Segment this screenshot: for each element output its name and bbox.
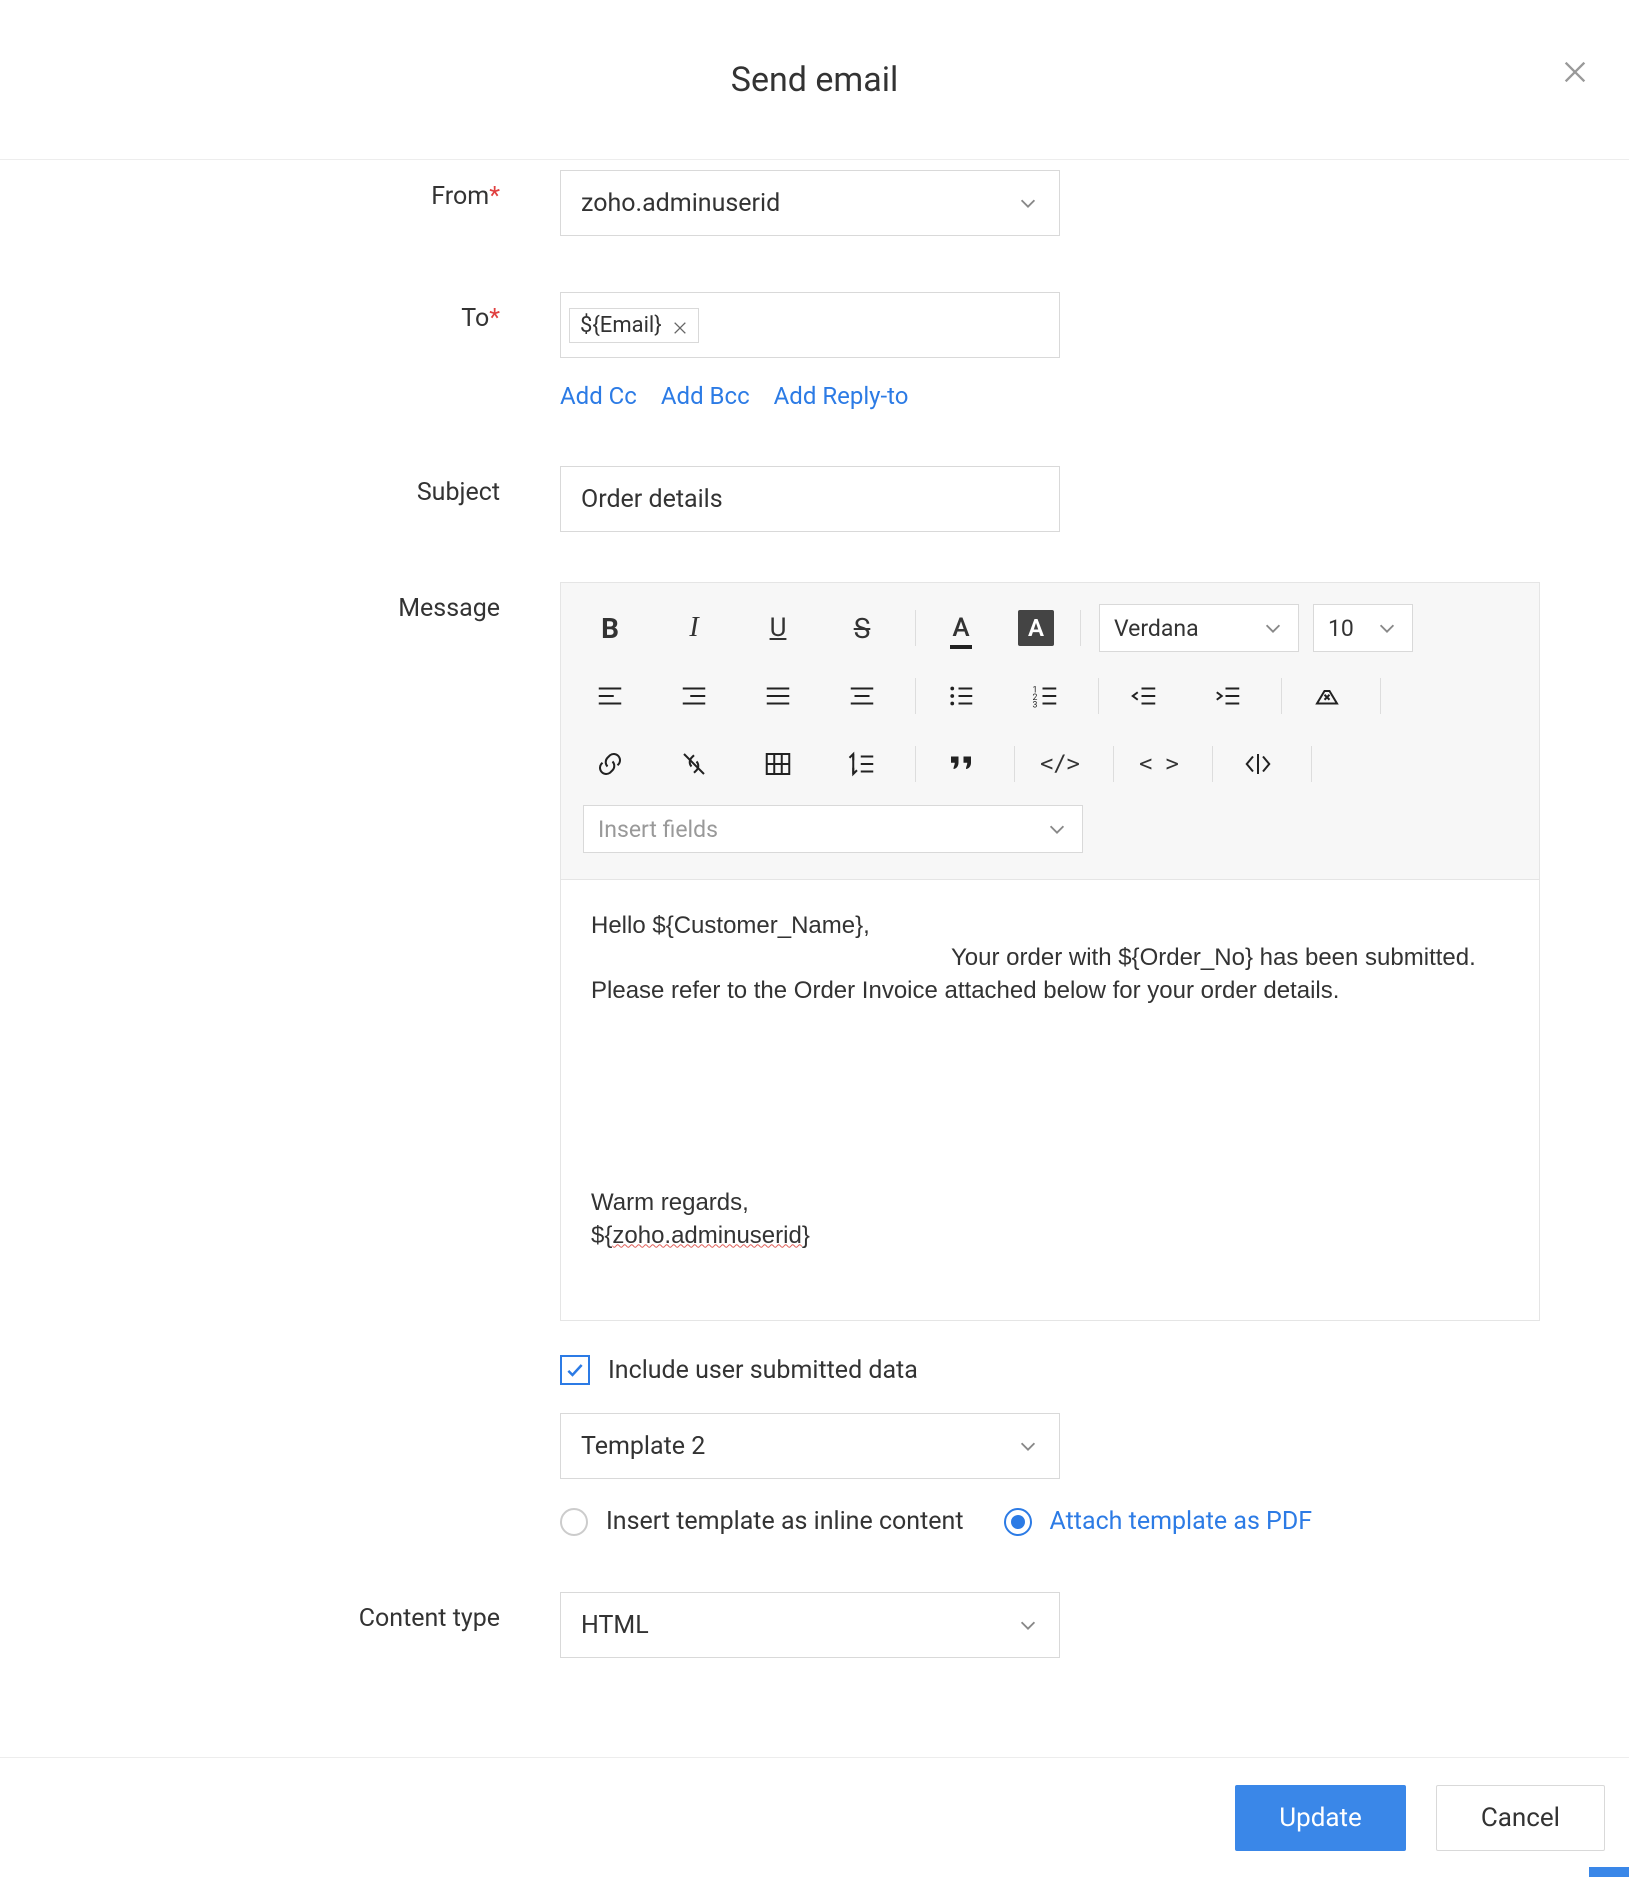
align-center-button[interactable] <box>835 669 889 723</box>
insert-fields-placeholder: Insert fields <box>598 816 718 843</box>
modal-title: Send email <box>731 60 898 100</box>
code-block-button[interactable]: </> <box>1033 737 1087 791</box>
attach-pdf-radio[interactable] <box>1004 1508 1032 1536</box>
link-button[interactable] <box>583 737 637 791</box>
template-value: Template 2 <box>581 1432 705 1461</box>
accent-bar <box>1589 1867 1629 1877</box>
inline-content-radio[interactable] <box>560 1508 588 1536</box>
to-chip: ${Email} <box>569 308 699 343</box>
from-select[interactable]: zoho.adminuserid <box>560 170 1060 236</box>
bullet-list-button[interactable] <box>934 669 988 723</box>
from-value: zoho.adminuserid <box>581 189 780 218</box>
modal-header: Send email <box>0 0 1629 160</box>
chevron-down-icon <box>1017 1435 1039 1457</box>
chevron-down-icon <box>1017 1614 1039 1636</box>
line-height-button[interactable] <box>835 737 889 791</box>
font-size-select[interactable]: 10 <box>1313 604 1413 652</box>
content-type-value: HTML <box>581 1611 649 1640</box>
chevron-down-icon <box>1017 192 1039 214</box>
align-right-button[interactable] <box>667 669 721 723</box>
outdent-button[interactable] <box>1117 669 1171 723</box>
unlink-button[interactable] <box>667 737 721 791</box>
to-input[interactable]: ${Email} <box>560 292 1060 358</box>
font-family-select[interactable]: Verdana <box>1099 604 1299 652</box>
embed-button[interactable] <box>1231 737 1285 791</box>
align-left-button[interactable] <box>583 669 637 723</box>
numbered-list-button[interactable]: 123 <box>1018 669 1072 723</box>
chevron-down-icon <box>1262 617 1284 639</box>
strikethrough-button[interactable]: S <box>835 601 889 655</box>
chevron-down-icon <box>1046 818 1068 840</box>
add-cc-link[interactable]: Add Cc <box>560 382 637 410</box>
subject-input[interactable]: Order details <box>560 466 1060 532</box>
font-family-value: Verdana <box>1114 615 1199 642</box>
background-color-button[interactable]: A <box>1018 610 1054 646</box>
content-type-select[interactable]: HTML <box>560 1592 1060 1658</box>
update-button[interactable]: Update <box>1235 1785 1406 1851</box>
quote-button[interactable] <box>934 737 988 791</box>
add-reply-to-link[interactable]: Add Reply-to <box>774 382 909 410</box>
send-email-modal: Send email From* zoho.adminuserid To* ${… <box>0 0 1629 1877</box>
cancel-button[interactable]: Cancel <box>1436 1785 1605 1851</box>
add-bcc-link[interactable]: Add Bcc <box>661 382 750 410</box>
chip-remove-icon[interactable] <box>672 317 688 333</box>
insert-fields-select[interactable]: Insert fields <box>583 805 1083 853</box>
close-icon[interactable] <box>1561 58 1589 86</box>
svg-text:3: 3 <box>1033 700 1038 710</box>
chip-text: ${Email} <box>580 313 662 338</box>
include-data-label: Include user submitted data <box>608 1356 918 1385</box>
attach-pdf-label: Attach template as PDF <box>1050 1507 1313 1536</box>
from-label: From* <box>0 170 560 211</box>
indent-button[interactable] <box>1201 669 1255 723</box>
align-justify-button[interactable] <box>751 669 805 723</box>
message-label: Message <box>0 582 560 623</box>
chevron-down-icon <box>1376 617 1398 639</box>
code-view-button[interactable]: < > <box>1132 737 1186 791</box>
bold-button[interactable]: B <box>583 601 637 655</box>
text-color-button[interactable]: A <box>934 601 988 655</box>
subject-label: Subject <box>0 466 560 507</box>
editor-content[interactable]: Hello ${Customer_Name}, Your order with … <box>561 880 1539 1320</box>
content-type-label: Content type <box>0 1592 560 1633</box>
template-select[interactable]: Template 2 <box>560 1413 1060 1479</box>
font-size-value: 10 <box>1328 615 1354 642</box>
editor-toolbar: B I U S A A Verdana <box>561 583 1539 880</box>
underline-button[interactable]: U <box>751 601 805 655</box>
inline-content-label: Insert template as inline content <box>606 1507 964 1536</box>
table-button[interactable] <box>751 737 805 791</box>
to-label: To* <box>0 292 560 333</box>
include-data-checkbox[interactable] <box>560 1355 590 1385</box>
italic-button[interactable]: I <box>667 601 721 655</box>
rich-text-editor: B I U S A A Verdana <box>560 582 1540 1321</box>
clear-format-button[interactable] <box>1300 669 1354 723</box>
modal-footer: Update Cancel <box>0 1757 1629 1877</box>
subject-value: Order details <box>581 485 723 514</box>
